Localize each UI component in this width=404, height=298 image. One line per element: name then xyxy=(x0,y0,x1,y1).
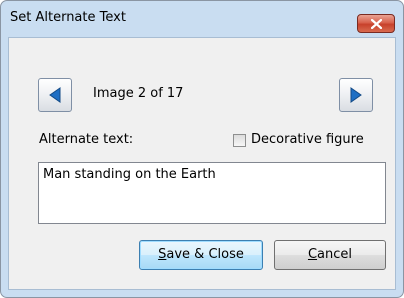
close-x-icon xyxy=(371,19,382,29)
save-and-close-button[interactable]: Save & Close xyxy=(139,240,263,270)
previous-image-button[interactable] xyxy=(38,78,72,112)
set-alternate-text-dialog: Set Alternate Text Image 2 of 17 Alterna… xyxy=(0,0,404,298)
decorative-figure-checkbox[interactable] xyxy=(233,134,246,147)
cancel-label: ancel xyxy=(317,247,353,262)
close-button[interactable] xyxy=(357,14,395,33)
left-triangle-icon xyxy=(49,87,61,103)
dialog-title: Set Alternate Text xyxy=(10,10,126,25)
next-image-button[interactable] xyxy=(339,78,373,112)
cancel-button[interactable]: Cancel xyxy=(274,240,386,270)
cancel-accelerator: C xyxy=(307,247,318,262)
title-bar[interactable]: Set Alternate Text xyxy=(1,1,403,37)
alternate-text-label: Alternate text: xyxy=(39,132,134,147)
alternate-text-field[interactable]: Man standing on the Earth xyxy=(38,162,386,224)
decorative-figure-label[interactable]: Decorative figure xyxy=(251,132,364,147)
right-triangle-icon xyxy=(350,87,362,103)
image-counter: Image 2 of 17 xyxy=(93,86,184,101)
save-label: ave & Close xyxy=(166,247,244,262)
dialog-body: Image 2 of 17 Alternate text: Decorative… xyxy=(8,37,396,290)
